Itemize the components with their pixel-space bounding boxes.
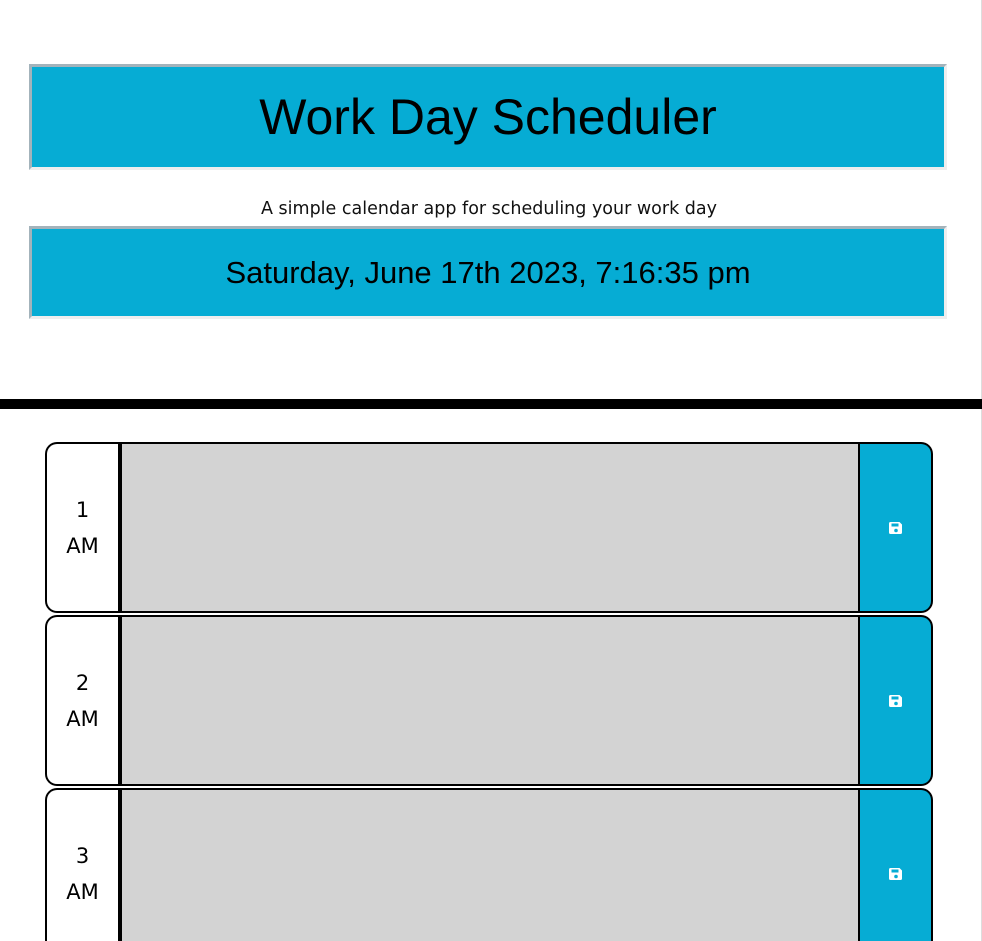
save-icon <box>888 521 902 534</box>
time-block: 2 AM <box>45 615 933 786</box>
save-button[interactable] <box>860 442 933 613</box>
page-title: Work Day Scheduler <box>259 89 717 145</box>
divider <box>0 399 982 409</box>
time-block: 1 AM <box>45 442 933 613</box>
current-day: Saturday, June 17th 2023, 7:16:35 pm <box>225 254 751 290</box>
hour-label: 2 AM <box>45 615 118 786</box>
save-icon <box>888 867 902 880</box>
lead-text: A simple calendar app for scheduling you… <box>261 198 717 219</box>
hour-period: AM <box>66 706 99 731</box>
current-day-box: Saturday, June 17th 2023, 7:16:35 pm <box>29 226 947 319</box>
save-button[interactable] <box>860 788 933 941</box>
hour-label: 1 AM <box>45 442 118 613</box>
description-input[interactable] <box>118 442 860 613</box>
hour-period: AM <box>66 879 99 904</box>
hour-number: 1 <box>75 497 90 522</box>
description-input[interactable] <box>118 788 860 941</box>
hour-number: 2 <box>75 670 90 695</box>
time-block: 3 AM <box>45 788 933 941</box>
description-input[interactable] <box>118 615 860 786</box>
page: Work Day Scheduler A simple calendar app… <box>0 0 982 941</box>
hour-label: 3 AM <box>45 788 118 941</box>
hour-period: AM <box>66 533 99 558</box>
title-box: Work Day Scheduler <box>29 64 947 170</box>
save-button[interactable] <box>860 615 933 786</box>
hour-number: 3 <box>75 843 90 868</box>
save-icon <box>888 694 902 707</box>
